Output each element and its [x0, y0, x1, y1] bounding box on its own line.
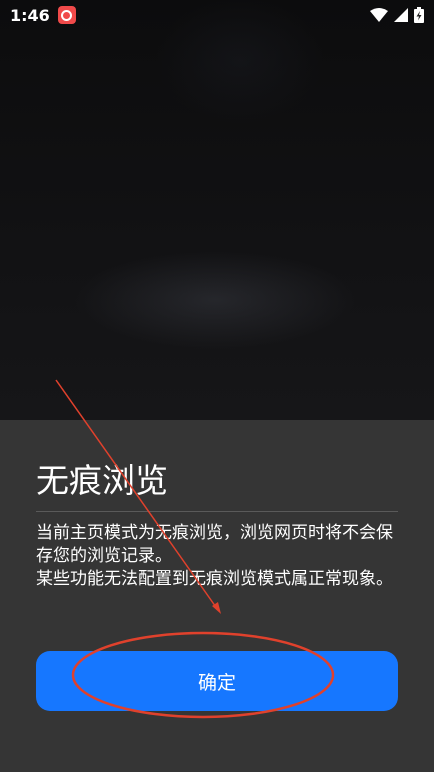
dialog-message: 当前主页模式为无痕浏览，浏览网页时将不会保存您的浏览记录。 某些功能无法配置到无… [36, 522, 398, 591]
status-time: 1:46 [10, 5, 50, 25]
app-notification-icon [57, 6, 76, 24]
wifi-icon [370, 8, 388, 22]
status-icons [370, 7, 424, 23]
dialog-message-line-1: 当前主页模式为无痕浏览，浏览网页时将不会保存您的浏览记录。 [36, 523, 393, 566]
dialog-message-line-2: 某些功能无法配置到无痕浏览模式属正常现象。 [36, 569, 393, 589]
signal-icon [394, 8, 408, 22]
dialog-title: 无痕浏览 [36, 461, 168, 500]
dimmed-background [0, 0, 434, 420]
confirm-button[interactable]: 确定 [36, 651, 398, 711]
battery-charging-icon [414, 7, 424, 23]
title-divider [36, 511, 398, 512]
status-bar: 1:46 [0, 0, 434, 30]
